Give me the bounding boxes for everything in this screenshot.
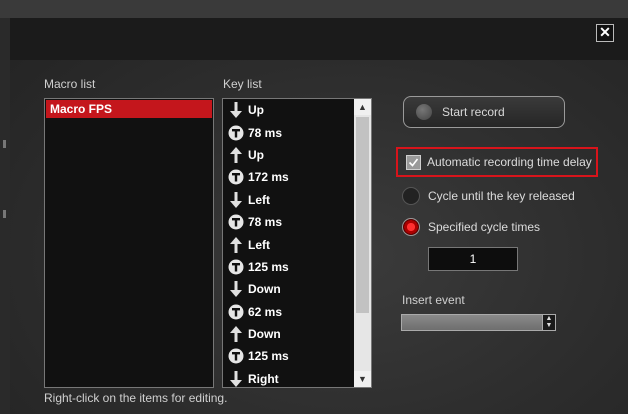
start-record-button[interactable]: Start record (403, 96, 565, 128)
auto-delay-label: Automatic recording time delay (427, 155, 592, 169)
scroll-down-button[interactable]: ▼ (354, 371, 371, 387)
key-list-item-label: Up (248, 103, 264, 118)
key-list-item-label: Left (248, 192, 270, 207)
specified-cycle-label: Specified cycle times (428, 220, 541, 234)
arrow-down-icon (227, 191, 245, 209)
timer-icon (227, 258, 245, 276)
key-list-item-label: Down (248, 282, 281, 297)
chevron-down-icon: ▼ (358, 374, 367, 384)
timer-icon (227, 213, 245, 231)
arrow-up-icon (227, 236, 245, 254)
key-list-item[interactable]: Left (223, 189, 351, 211)
top-strip (0, 0, 628, 18)
key-list-scrollbar[interactable]: ▲ ▼ (354, 99, 371, 387)
close-icon: ✕ (599, 24, 611, 40)
arrow-up-icon (227, 325, 245, 343)
macro-list-label: Macro list (44, 77, 96, 91)
key-list-item-label: Right (248, 371, 279, 386)
scroll-up-button[interactable]: ▲ (354, 99, 371, 115)
key-list-item-label: 125 ms (248, 259, 289, 274)
record-led-icon (416, 104, 432, 120)
cycle-count-input[interactable]: 1 (428, 247, 518, 271)
specified-cycle-option[interactable]: Specified cycle times (402, 218, 540, 236)
macro-list[interactable]: Macro FPS (44, 98, 214, 388)
arrow-down-icon (227, 101, 245, 119)
key-list-item[interactable]: Down (223, 278, 351, 300)
editing-hint: Right-click on the items for editing. (44, 391, 228, 405)
start-record-label: Start record (442, 105, 505, 119)
scroll-thumb[interactable] (356, 117, 369, 313)
key-list-item[interactable]: Left (223, 233, 351, 255)
key-list-items: Up 78 ms Up 172 ms Left 78 ms Left 125 ms Down 62… (223, 99, 351, 387)
key-list-item-label: 125 ms (248, 349, 289, 364)
timer-icon (227, 124, 245, 142)
key-list-item[interactable]: 78 ms (223, 121, 351, 143)
key-list-item-label: Left (248, 237, 270, 252)
checkmark-icon (408, 158, 419, 167)
insert-event-spinner[interactable]: ▲ ▼ (542, 315, 555, 330)
timer-icon (227, 347, 245, 365)
key-list-item[interactable]: 172 ms (223, 166, 351, 188)
key-list-item-label: 172 ms (248, 170, 289, 185)
spin-up-icon: ▲ (545, 315, 553, 322)
arrow-up-icon (227, 146, 245, 164)
close-button[interactable]: ✕ (596, 24, 614, 42)
key-list-item[interactable]: 62 ms (223, 301, 351, 323)
auto-delay-option[interactable]: Automatic recording time delay (396, 147, 598, 177)
macro-item-macro-fps[interactable]: Macro FPS (46, 100, 212, 118)
key-list-item-label: 78 ms (248, 215, 283, 230)
auto-delay-checkbox[interactable] (406, 154, 421, 170)
key-list-label: Key list (223, 77, 262, 91)
key-list-item[interactable]: Right (223, 368, 351, 387)
cycle-until-release-label: Cycle until the key released (428, 189, 575, 203)
arrow-down-icon (227, 370, 245, 387)
cycle-until-release-radio[interactable] (402, 187, 420, 205)
spin-down-icon: ▼ (545, 322, 553, 329)
key-list-item-label: Up (248, 147, 264, 162)
title-bar: ✕ (10, 18, 628, 60)
key-list-item-label: Down (248, 327, 281, 342)
key-list-item[interactable]: 125 ms (223, 345, 351, 367)
chevron-up-icon: ▲ (358, 102, 367, 112)
specified-cycle-radio[interactable] (402, 218, 420, 236)
macro-editor-window: ✕ Macro list Key list Macro FPS Up 78 ms U… (10, 18, 628, 414)
key-list-item[interactable]: 78 ms (223, 211, 351, 233)
key-list-item[interactable]: Up (223, 144, 351, 166)
key-list-item[interactable]: Up (223, 99, 351, 121)
key-list-item[interactable]: 125 ms (223, 256, 351, 278)
timer-icon (227, 303, 245, 321)
key-list-item[interactable]: Down (223, 323, 351, 345)
insert-event-label: Insert event (402, 293, 465, 307)
edge-mark (3, 210, 6, 218)
cycle-until-release-option[interactable]: Cycle until the key released (402, 187, 575, 205)
key-list[interactable]: Up 78 ms Up 172 ms Left 78 ms Left 125 ms Down 62… (222, 98, 372, 388)
timer-icon (227, 168, 245, 186)
insert-event-select[interactable]: ▲ ▼ (401, 314, 556, 331)
key-list-item-label: 78 ms (248, 125, 283, 140)
key-list-item-label: 62 ms (248, 304, 283, 319)
arrow-down-icon (227, 280, 245, 298)
edge-mark (3, 140, 6, 148)
